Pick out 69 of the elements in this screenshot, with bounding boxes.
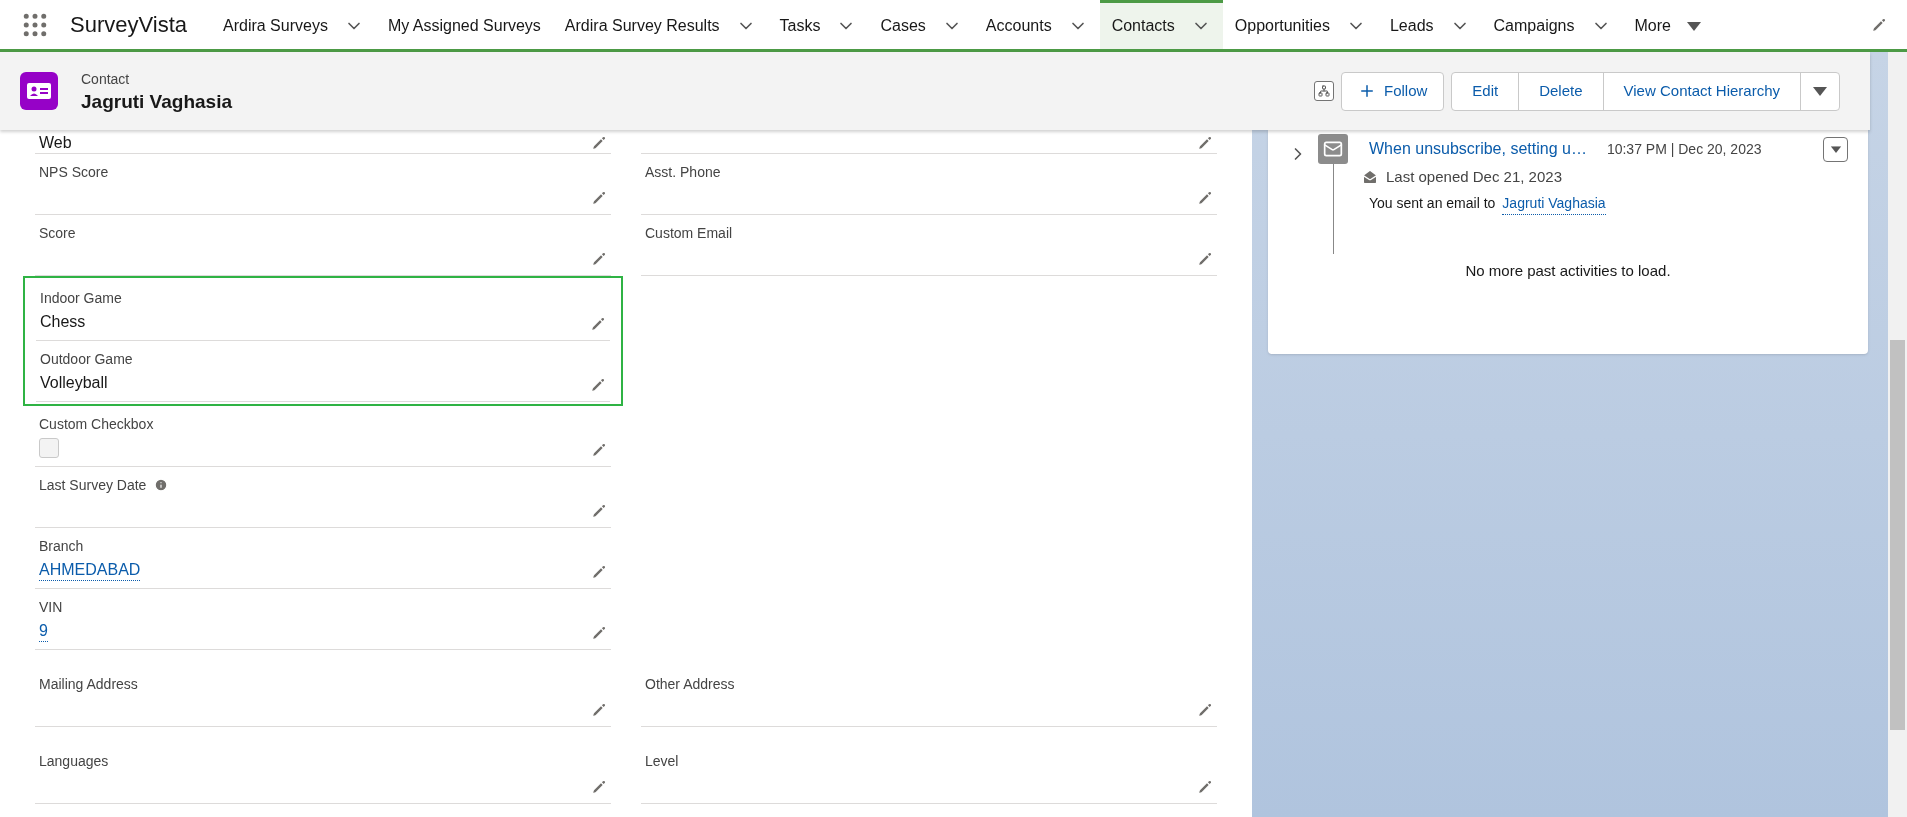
app-name: SurveyVista xyxy=(70,11,187,39)
edit-pencil-icon[interactable] xyxy=(590,316,606,332)
action-button[interactable]: View Contact Hierarchy xyxy=(1603,72,1801,110)
edit-nav-icon[interactable] xyxy=(1871,16,1887,33)
field-label: Other Address xyxy=(645,674,735,694)
email-subject-link[interactable]: When unsubscribe, setting u… xyxy=(1369,137,1587,161)
nav-tab[interactable]: Cases xyxy=(868,0,974,49)
edit-pencil-icon[interactable] xyxy=(591,625,607,641)
edit-pencil-icon[interactable] xyxy=(591,135,607,151)
edit-pencil-icon[interactable] xyxy=(591,779,607,795)
open-envelope-icon xyxy=(1362,169,1378,186)
edit-pencil-icon[interactable] xyxy=(1197,251,1213,267)
field-value: Volleyball xyxy=(40,373,108,393)
caret-icon xyxy=(1813,86,1827,96)
sent-email-text: You sent an email to xyxy=(1369,194,1496,213)
edit-pencil-icon[interactable] xyxy=(591,442,607,458)
contact-icon xyxy=(20,72,58,110)
nav-tab[interactable]: Ardira Survey Results xyxy=(552,0,768,49)
nav-tab[interactable]: Opportunities xyxy=(1222,0,1378,49)
record-name: Jagruti Vaghasia xyxy=(81,89,232,114)
info-icon[interactable] xyxy=(154,478,169,492)
more-tab[interactable]: More xyxy=(1622,0,1713,49)
field-label: NPS Score xyxy=(39,162,109,182)
object-type: Contact xyxy=(81,69,131,89)
nav-tab[interactable]: Accounts xyxy=(973,0,1100,49)
nav-tab[interactable]: Ardira Surveys xyxy=(211,0,376,49)
field-label: Asst. Phone xyxy=(645,162,721,182)
last-opened-text: Last opened Dec 21, 2023 xyxy=(1386,167,1562,187)
edit-pencil-icon[interactable] xyxy=(591,190,607,206)
nav-tab[interactable]: My Assigned Surveys xyxy=(375,0,553,49)
edit-pencil-icon[interactable] xyxy=(591,251,607,267)
field-label: VIN xyxy=(39,597,63,617)
field-label: Indoor Game xyxy=(40,288,122,308)
field-label: Custom Checkbox xyxy=(39,414,154,434)
edit-pencil-icon[interactable] xyxy=(1197,702,1213,718)
field-value: Chess xyxy=(40,312,86,332)
edit-pencil-icon[interactable] xyxy=(1197,190,1213,206)
checkbox[interactable] xyxy=(39,438,59,458)
caret-icon xyxy=(1830,145,1841,153)
action-button[interactable]: Delete xyxy=(1519,72,1604,110)
no-more-activities-text: No more past activities to load. xyxy=(1464,261,1672,281)
follow-button[interactable]: Follow xyxy=(1340,71,1445,111)
field-label: Languages xyxy=(39,751,109,771)
field-label: Custom Email xyxy=(645,223,733,243)
action-button[interactable]: Edit xyxy=(1452,72,1520,110)
hierarchy-button[interactable] xyxy=(1313,81,1334,101)
edit-pencil-icon[interactable] xyxy=(591,702,607,718)
field-label: Level xyxy=(645,751,679,771)
edit-pencil-icon[interactable] xyxy=(591,564,607,580)
nav-tab[interactable]: Tasks xyxy=(767,0,869,49)
edit-pencil-icon[interactable] xyxy=(1197,779,1213,795)
nav-tab[interactable]: Contacts xyxy=(1099,0,1223,49)
edit-pencil-icon[interactable] xyxy=(591,503,607,519)
recipient-link[interactable]: Jagruti Vaghasia xyxy=(1502,192,1606,215)
email-time: 10:37 PM | Dec 20, 2023 xyxy=(1606,139,1762,159)
field-link[interactable]: AHMEDABAD xyxy=(39,559,141,581)
nav-tab[interactable]: Campaigns xyxy=(1481,0,1623,49)
field-value: Web xyxy=(39,133,72,153)
nav-tab[interactable]: Leads xyxy=(1377,0,1482,49)
edit-pencil-icon[interactable] xyxy=(1197,135,1213,151)
field-label: Last Survey Date xyxy=(39,475,147,495)
field-link[interactable]: 9 xyxy=(39,620,48,642)
field-label: Branch xyxy=(39,536,84,556)
email-menu-button[interactable] xyxy=(1823,136,1848,162)
scrollbar-thumb[interactable] xyxy=(1890,340,1905,730)
edit-pencil-icon[interactable] xyxy=(590,377,606,393)
field-label: Outdoor Game xyxy=(40,349,133,369)
field-label: Mailing Address xyxy=(39,674,138,694)
field-label: Score xyxy=(39,223,76,243)
